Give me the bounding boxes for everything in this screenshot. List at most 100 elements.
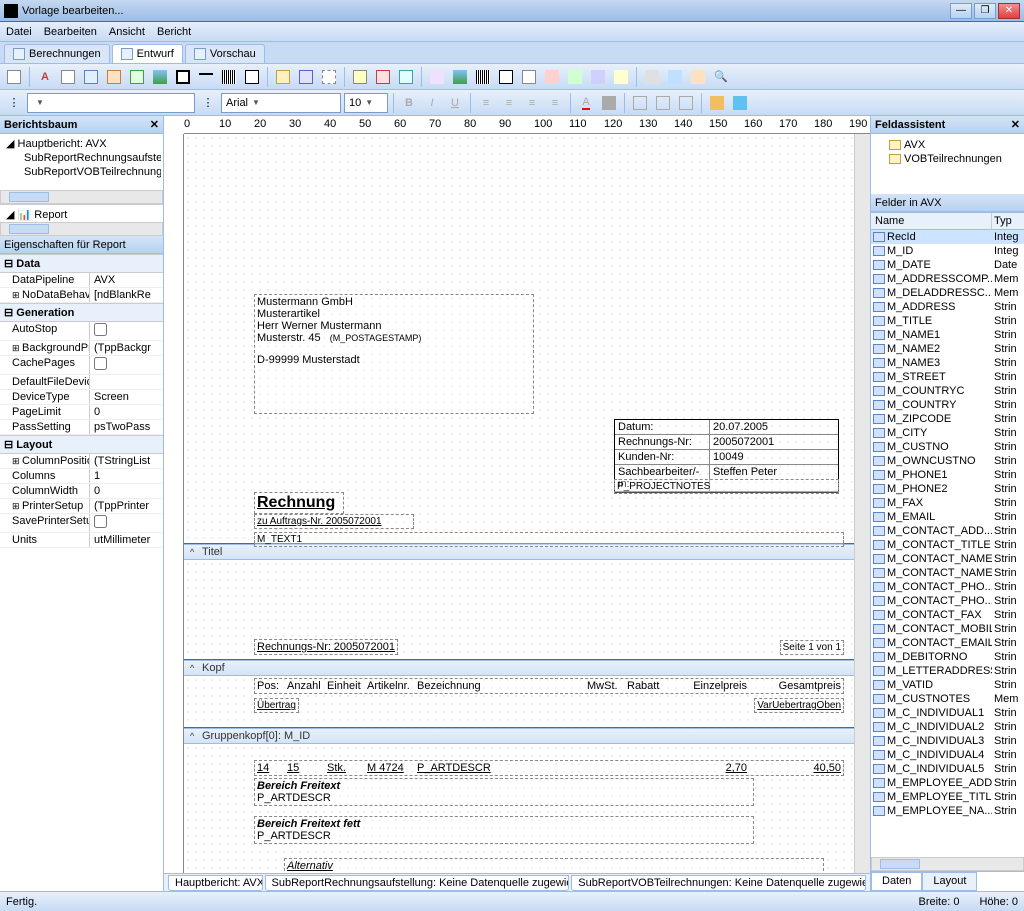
handle2-icon[interactable]: ⋮	[198, 93, 218, 113]
bottomtab-sub2[interactable]: SubReportVOBTeilrechnungen: Keine Datenq…	[571, 875, 866, 891]
font-family-combo[interactable]: Arial▼	[221, 93, 341, 113]
fieldlist-hscroll[interactable]	[871, 857, 1024, 871]
field-row[interactable]: M_FAXStrin	[871, 496, 1024, 510]
field-row[interactable]: M_C_INDIVIDUAL4Strin	[871, 748, 1024, 762]
field-row[interactable]: M_CUSTNOStrin	[871, 440, 1024, 454]
line-tool[interactable]	[196, 67, 216, 87]
report-tree2[interactable]: ◢ 📊 Report	[0, 204, 163, 222]
pointer-tool[interactable]	[4, 67, 24, 87]
field-row[interactable]: M_CONTACT_FAXStrin	[871, 608, 1024, 622]
design-canvas[interactable]: Mustermann GmbH Musterartikel Herr Werne…	[184, 134, 854, 873]
field-row[interactable]: M_NAME2Strin	[871, 342, 1024, 356]
subreport-tool[interactable]	[296, 67, 316, 87]
pipeline-vob[interactable]: VOBTeilrechnungen	[875, 152, 1020, 166]
richtext-tool[interactable]	[81, 67, 101, 87]
tree-child-1[interactable]: SubReportRechnungsaufste	[2, 151, 161, 165]
zoom-tool[interactable]: 🔍	[711, 67, 731, 87]
bottomtab-sub1[interactable]: SubReportRechnungsaufstellung: Keine Dat…	[265, 875, 570, 891]
field-row[interactable]: M_ADDRESSCOMP...Mem	[871, 272, 1024, 286]
anchor1-button[interactable]	[630, 93, 650, 113]
field-row[interactable]: RecIdInteg	[871, 230, 1024, 244]
menu-ansicht[interactable]: Ansicht	[109, 26, 145, 38]
menu-bericht[interactable]: Bericht	[157, 26, 191, 38]
region-tool[interactable]	[273, 67, 293, 87]
align-center-button[interactable]: ≡	[499, 93, 519, 113]
dbcheckbox-tool[interactable]	[496, 67, 516, 87]
field-list[interactable]: RecIdIntegM_IDIntegM_DATEDateM_ADDRESSCO…	[871, 230, 1024, 857]
shape-tool[interactable]	[173, 67, 193, 87]
label-tool[interactable]: A	[35, 67, 55, 87]
project-notes[interactable]: P_PROJECTNOTES	[614, 479, 839, 494]
maximize-button[interactable]: ❐	[974, 3, 996, 19]
field-row[interactable]: M_C_INDIVIDUAL5Strin	[871, 762, 1024, 776]
field-row[interactable]: M_STREETStrin	[871, 370, 1024, 384]
extra5-tool[interactable]	[642, 67, 662, 87]
propcat-layout[interactable]: ⊟ Layout	[0, 435, 163, 454]
extra2-tool[interactable]	[565, 67, 585, 87]
detail-row[interactable]: 14 15 Stk. M 4724 P_ARTDESCR 2,70 40,50	[254, 760, 844, 776]
field-row[interactable]: M_PHONE2Strin	[871, 482, 1024, 496]
field-row[interactable]: M_IDInteg	[871, 244, 1024, 258]
variable-tool[interactable]	[127, 67, 147, 87]
field-row[interactable]: M_CITYStrin	[871, 426, 1024, 440]
pipeline-avx[interactable]: AVX	[875, 138, 1020, 152]
align-justify-button[interactable]: ≡	[545, 93, 565, 113]
field-row[interactable]: M_DELADDRESSC...Mem	[871, 286, 1024, 300]
minimize-button[interactable]: —	[950, 3, 972, 19]
crosstab-tool[interactable]	[519, 67, 539, 87]
image-tool[interactable]	[150, 67, 170, 87]
fill-color-button[interactable]	[599, 93, 619, 113]
field-row[interactable]: M_EMPLOYEE_TITLEStrin	[871, 790, 1024, 804]
kopf-rechnr-label[interactable]: Rechnungs-Nr: 2005072001	[254, 639, 398, 655]
cachepages-checkbox[interactable]	[94, 357, 107, 370]
title-rechnung[interactable]: Rechnung	[254, 492, 344, 514]
address-block[interactable]: Mustermann GmbH Musterartikel Herr Werne…	[254, 294, 534, 414]
align-left-button[interactable]: ≡	[476, 93, 496, 113]
alternativ-block[interactable]: Alternativ 15 Stk. M 4724 P_ARTDESCR 2,7…	[284, 858, 824, 873]
align-right-button[interactable]: ≡	[522, 93, 542, 113]
field-row[interactable]: M_CONTACT_NAME1Strin	[871, 552, 1024, 566]
canvas-vscroll[interactable]	[854, 134, 870, 873]
memo-tool[interactable]	[58, 67, 78, 87]
band-kopf[interactable]: Kopf	[184, 660, 854, 676]
dbcalc-tool[interactable]	[427, 67, 447, 87]
field-row[interactable]: M_EMPLOYEE_ADD...Strin	[871, 776, 1024, 790]
field-row[interactable]: M_CONTACT_PHO...Strin	[871, 594, 1024, 608]
tab-berechnungen[interactable]: Berechnungen	[4, 44, 110, 63]
field-row[interactable]: M_CONTACT_EMAILStrin	[871, 636, 1024, 650]
barcode-tool[interactable]	[219, 67, 239, 87]
field-row[interactable]: M_VATIDStrin	[871, 678, 1024, 692]
extra4-tool[interactable]	[611, 67, 631, 87]
field-row[interactable]: M_NAME1Strin	[871, 328, 1024, 342]
sysvar-tool[interactable]	[104, 67, 124, 87]
dbrich-tool[interactable]	[396, 67, 416, 87]
auftrag-nr[interactable]: zu Auftrags-Nr. 2005072001	[254, 514, 414, 529]
report-tree[interactable]: ◢ Hauptbericht: AVX SubReportRechnungsau…	[0, 134, 163, 190]
bottomtab-main[interactable]: Hauptbericht: AVX	[168, 875, 263, 891]
field-row[interactable]: M_OWNCUSTNOStrin	[871, 454, 1024, 468]
feldassist-close-icon[interactable]: ✕	[1011, 118, 1020, 131]
varuebertrag[interactable]: VarUebertragOben	[754, 698, 844, 713]
page-info[interactable]: Seite 1 von 1	[780, 640, 844, 655]
extra1-tool[interactable]	[542, 67, 562, 87]
send-back-button[interactable]	[730, 93, 750, 113]
checkbox-tool[interactable]	[242, 67, 262, 87]
tab-entwurf[interactable]: Entwurf	[112, 44, 183, 63]
field-row[interactable]: M_EMPLOYEE_NA...Strin	[871, 804, 1024, 818]
saveprinter-checkbox[interactable]	[94, 515, 107, 528]
field-row[interactable]: M_NAME3Strin	[871, 356, 1024, 370]
anchor2-button[interactable]	[653, 93, 673, 113]
rtab-daten[interactable]: Daten	[871, 872, 922, 891]
font-color-button[interactable]: A	[576, 93, 596, 113]
field-row[interactable]: M_DATEDate	[871, 258, 1024, 272]
field-row[interactable]: M_CONTACT_NAME2Strin	[871, 566, 1024, 580]
tree-report-node[interactable]: ◢ 📊 Report	[2, 207, 161, 222]
field-row[interactable]: M_C_INDIVIDUAL3Strin	[871, 734, 1024, 748]
tree-child-2[interactable]: SubReportVOBTeilrechnung	[2, 165, 161, 179]
field-row[interactable]: M_TITLEStrin	[871, 314, 1024, 328]
anchor3-button[interactable]	[676, 93, 696, 113]
extra3-tool[interactable]	[588, 67, 608, 87]
pipeline-tree[interactable]: AVX VOBTeilrechnungen	[871, 134, 1024, 194]
dbmemo-tool[interactable]	[373, 67, 393, 87]
uebertrag-label[interactable]: Übertrag	[254, 698, 299, 713]
